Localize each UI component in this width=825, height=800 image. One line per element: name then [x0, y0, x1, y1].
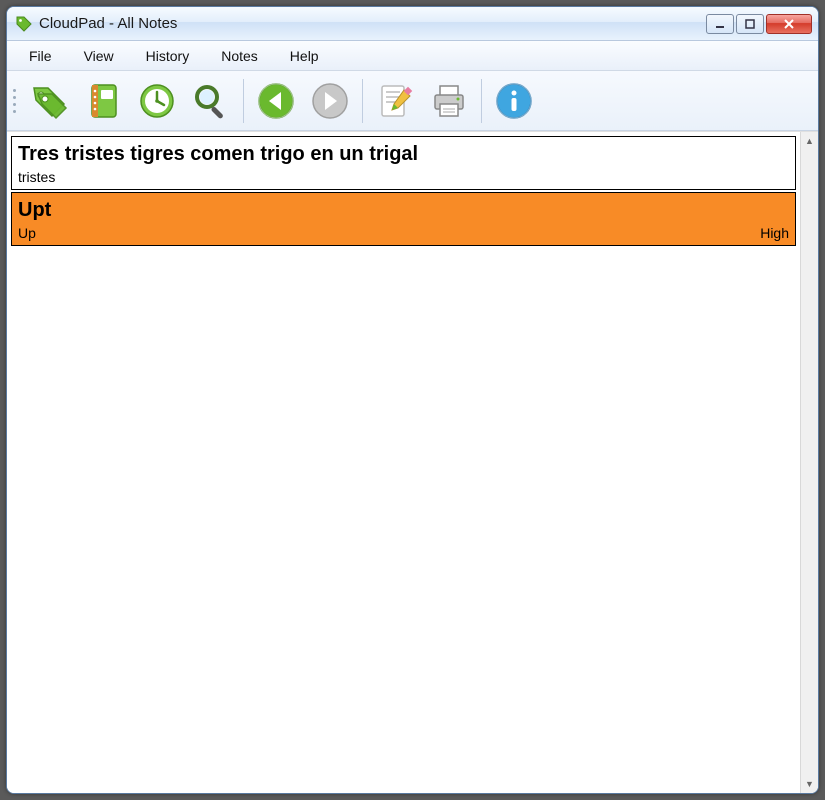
app-window: CloudPad - All Notes File View History N… — [6, 6, 819, 794]
maximize-button[interactable] — [736, 14, 764, 34]
back-button[interactable] — [250, 75, 302, 127]
toolbar-separator — [243, 79, 244, 123]
note-card[interactable]: Upt Up High — [11, 192, 796, 246]
note-tag: tristes — [18, 169, 55, 185]
search-button[interactable] — [185, 75, 237, 127]
forward-icon — [309, 80, 351, 122]
app-tag-icon — [15, 15, 33, 33]
tag-button[interactable] — [23, 75, 75, 127]
edit-icon — [374, 80, 416, 122]
note-title: Upt — [18, 197, 789, 223]
toolbar — [7, 71, 818, 131]
note-title: Tres tristes tigres comen trigo en un tr… — [18, 141, 789, 167]
toolbar-separator — [362, 79, 363, 123]
menu-view[interactable]: View — [70, 44, 128, 68]
toolbar-grip[interactable] — [11, 79, 19, 123]
edit-button[interactable] — [369, 75, 421, 127]
menu-file[interactable]: File — [15, 44, 66, 68]
toolbar-separator — [481, 79, 482, 123]
history-button[interactable] — [131, 75, 183, 127]
notebook-button[interactable] — [77, 75, 129, 127]
notebook-icon — [82, 80, 124, 122]
history-icon — [136, 80, 178, 122]
scroll-down-arrow[interactable]: ▼ — [803, 777, 817, 791]
note-card[interactable]: Tres tristes tigres comen trigo en un tr… — [11, 136, 796, 190]
menu-help[interactable]: Help — [276, 44, 333, 68]
back-icon — [255, 80, 297, 122]
info-icon — [493, 80, 535, 122]
print-button[interactable] — [423, 75, 475, 127]
note-meta-row: Up High — [18, 225, 789, 241]
vertical-scrollbar[interactable]: ▲ ▼ — [800, 132, 818, 793]
content-area: Tres tristes tigres comen trigo en un tr… — [7, 131, 818, 793]
info-button[interactable] — [488, 75, 540, 127]
note-tag: Up — [18, 225, 36, 241]
titlebar[interactable]: CloudPad - All Notes — [7, 7, 818, 41]
notes-list[interactable]: Tres tristes tigres comen trigo en un tr… — [7, 132, 800, 793]
note-priority: High — [760, 225, 789, 241]
note-meta-row: tristes — [18, 169, 789, 185]
menu-notes[interactable]: Notes — [207, 44, 272, 68]
tag-icon — [28, 80, 70, 122]
window-controls — [706, 14, 812, 34]
window-title: CloudPad - All Notes — [39, 15, 706, 32]
search-icon — [190, 80, 232, 122]
menu-history[interactable]: History — [132, 44, 204, 68]
forward-button[interactable] — [304, 75, 356, 127]
minimize-button[interactable] — [706, 14, 734, 34]
scroll-up-arrow[interactable]: ▲ — [803, 134, 817, 148]
close-button[interactable] — [766, 14, 812, 34]
print-icon — [428, 80, 470, 122]
menubar: File View History Notes Help — [7, 41, 818, 71]
